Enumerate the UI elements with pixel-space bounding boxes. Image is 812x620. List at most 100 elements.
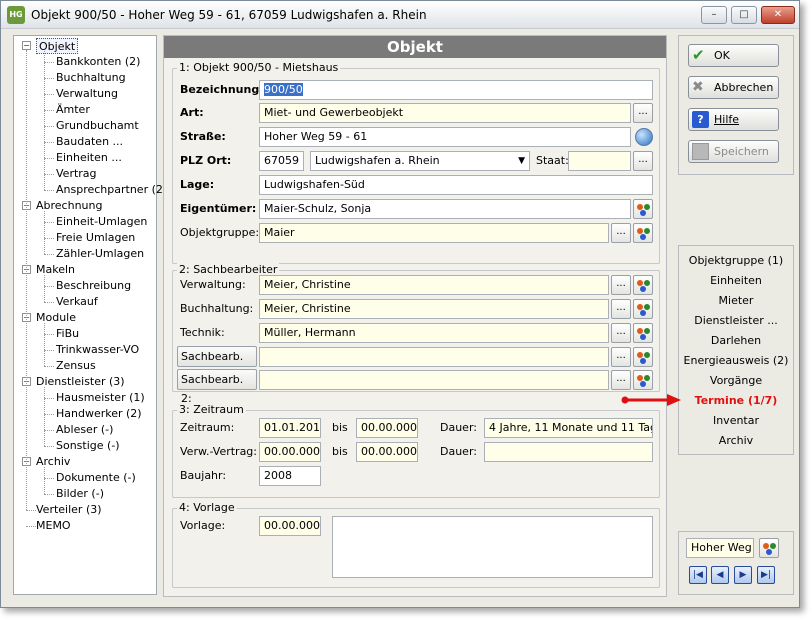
speichern-button[interactable]: Speichern <box>688 140 779 163</box>
tree-item[interactable]: Grundbuchamt <box>56 118 139 134</box>
sachbearb1-button[interactable]: Sachbearb. 1: <box>177 346 257 382</box>
tree-item[interactable]: Hausmeister (1) <box>56 390 145 406</box>
art-field[interactable]: Miet- und Gewerbeobjekt <box>259 103 631 123</box>
maximize-button[interactable]: □ <box>731 6 757 24</box>
zeitraum-von-field[interactable]: 01.01.2010 <box>259 418 321 438</box>
first-record-button[interactable]: |◀ <box>689 566 707 584</box>
baujahr-field[interactable]: 2008 <box>259 466 321 486</box>
related-link[interactable]: Energieausweis (2) <box>679 352 793 370</box>
abbrechen-button[interactable]: ✖ Abbrechen <box>688 76 779 99</box>
tree-item[interactable]: Freie Umlagen <box>56 230 135 246</box>
staat-field[interactable] <box>568 151 631 171</box>
people-icon[interactable] <box>633 370 653 390</box>
tree-item[interactable]: FiBu <box>56 326 79 342</box>
buchhaltung-browse-button[interactable]: ... <box>611 299 631 319</box>
people-icon[interactable] <box>633 323 653 343</box>
strasse-field[interactable]: Hoher Weg 59 - 61 <box>259 127 631 147</box>
plz-field[interactable]: 67059 <box>259 151 304 171</box>
tree-item[interactable]: Beschreibung <box>56 278 131 294</box>
last-record-button[interactable]: ▶| <box>757 566 775 584</box>
tree-item[interactable]: Verkauf <box>56 294 98 310</box>
people-icon[interactable] <box>633 223 653 243</box>
tree-item[interactable]: Module <box>36 310 76 326</box>
tree-item[interactable]: Sonstige (-) <box>56 438 120 454</box>
tree-item[interactable]: Einheit-Umlagen <box>56 214 147 230</box>
people-icon[interactable] <box>633 199 653 219</box>
next-record-button[interactable]: ▶ <box>734 566 752 584</box>
tree-connector <box>44 211 45 254</box>
tree-item[interactable]: Ableser (-) <box>56 422 113 438</box>
vv-von-field[interactable]: 00.00.0000 <box>259 442 321 462</box>
tree-item[interactable]: Dienstleister (3) <box>36 374 125 390</box>
related-link[interactable]: Objektgruppe (1) <box>679 252 793 270</box>
minimize-button[interactable]: – <box>701 6 727 24</box>
tree-item[interactable]: Handwerker (2) <box>56 406 142 422</box>
window-title: Objekt 900/50 - Hoher Weg 59 - 61, 67059… <box>31 8 427 22</box>
group-zeitraum-title: 3: Zeitraum <box>177 403 246 416</box>
tree-item[interactable]: Objekt <box>36 38 79 54</box>
tree-collapse-toggle[interactable]: − <box>22 41 31 50</box>
tree-item[interactable]: Baudaten ... <box>56 134 123 150</box>
people-icon[interactable] <box>633 347 653 367</box>
buchhaltung-field[interactable]: Meier, Christine <box>259 299 609 319</box>
related-link[interactable]: Einheiten <box>679 272 793 290</box>
tree-item[interactable]: Verwaltung <box>56 86 118 102</box>
sachbearb2-button[interactable]: Sachbearb. 2: <box>177 369 257 405</box>
tree-item[interactable]: Buchhaltung <box>56 70 126 86</box>
related-link[interactable]: Inventar <box>679 412 793 430</box>
tree-item[interactable]: Makeln <box>36 262 75 278</box>
zeitraum-bis-field[interactable]: 00.00.0000 <box>356 418 418 438</box>
staat-browse-button[interactable]: ... <box>633 151 653 171</box>
tree-item[interactable]: Zähler-Umlagen <box>56 246 144 262</box>
art-browse-button[interactable]: ... <box>633 103 653 123</box>
close-button[interactable]: ✕ <box>761 6 795 24</box>
tree-item[interactable]: Bankkonten (2) <box>56 54 140 70</box>
prev-record-button[interactable]: ◀ <box>711 566 729 584</box>
vv-bis-field[interactable]: 00.00.0000 <box>356 442 418 462</box>
hilfe-button[interactable]: ? Hilfe <box>688 108 779 131</box>
tree-connector <box>44 286 54 287</box>
bezeichnung-field[interactable]: 900/50 <box>259 80 653 100</box>
technik-field[interactable]: Müller, Hermann <box>259 323 609 343</box>
objektgruppe-field[interactable]: Maier <box>259 223 609 243</box>
tree-item[interactable]: Vertrag <box>56 166 97 182</box>
navigator-current-field[interactable]: Hoher Weg 5 <box>686 538 754 558</box>
technik-browse-button[interactable]: ... <box>611 323 631 343</box>
related-link[interactable]: Termine (1/7) <box>679 392 793 410</box>
ok-button[interactable]: ✔ OK <box>688 44 779 67</box>
tree-item[interactable]: Verteiler (3) <box>36 502 102 518</box>
tree-connector <box>44 174 54 175</box>
people-icon[interactable] <box>759 538 779 558</box>
tree-item[interactable]: Zensus <box>56 358 96 374</box>
map-globe-icon[interactable] <box>635 128 653 146</box>
tree-item[interactable]: Archiv <box>36 454 70 470</box>
verwaltung-field[interactable]: Meier, Christine <box>259 275 609 295</box>
tree-item[interactable]: MEMO <box>36 518 71 534</box>
related-link[interactable]: Darlehen <box>679 332 793 350</box>
tree-item[interactable]: Abrechnung <box>36 198 102 214</box>
tree-item[interactable]: Ansprechpartner (2) <box>56 182 167 198</box>
sachbearb1-field[interactable] <box>259 347 609 367</box>
eigentuemer-field[interactable]: Maier-Schulz, Sonja <box>259 199 631 219</box>
vorlage-field[interactable]: 00.00.0000 <box>259 516 321 536</box>
vorlage-notes[interactable] <box>332 516 653 578</box>
tree-item[interactable]: Einheiten ... <box>56 150 122 166</box>
verwaltung-browse-button[interactable]: ... <box>611 275 631 295</box>
lage-field[interactable]: Ludwigshafen-Süd <box>259 175 653 195</box>
tree-connector <box>26 50 27 510</box>
tree-item[interactable]: Ämter <box>56 102 90 118</box>
related-link[interactable]: Archiv <box>679 432 793 450</box>
tree-item[interactable]: Dokumente (-) <box>56 470 136 486</box>
sachbearb1-browse-button[interactable]: ... <box>611 347 631 367</box>
related-link[interactable]: Dienstleister ... <box>679 312 793 330</box>
related-link[interactable]: Vorgänge <box>679 372 793 390</box>
sachbearb2-field[interactable] <box>259 370 609 390</box>
related-link[interactable]: Mieter <box>679 292 793 310</box>
people-icon[interactable] <box>633 275 653 295</box>
people-icon[interactable] <box>633 299 653 319</box>
sachbearb2-browse-button[interactable]: ... <box>611 370 631 390</box>
tree-item[interactable]: Bilder (-) <box>56 486 104 502</box>
ort-combobox[interactable]: Ludwigshafen a. Rhein ▼ <box>310 151 530 171</box>
objektgruppe-browse-button[interactable]: ... <box>611 223 631 243</box>
tree-item[interactable]: Trinkwasser-VO <box>56 342 139 358</box>
